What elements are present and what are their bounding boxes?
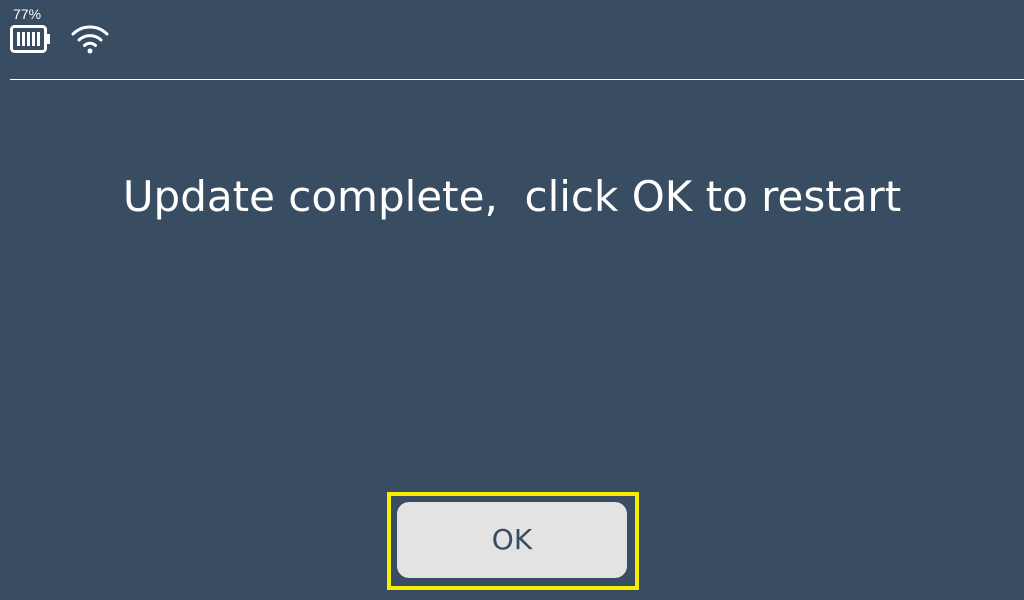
battery-percent: 77% — [13, 6, 42, 22]
status-bar-divider — [10, 79, 1024, 80]
status-bar: 77% — [0, 0, 1024, 79]
update-message: Update complete, click OK to restart — [122, 172, 902, 221]
battery-icon — [10, 25, 52, 53]
update-complete-screen: 77% Update complete, click OK to restart — [0, 0, 1024, 600]
wifi-icon — [71, 24, 109, 54]
ok-button[interactable]: OK — [397, 502, 627, 578]
